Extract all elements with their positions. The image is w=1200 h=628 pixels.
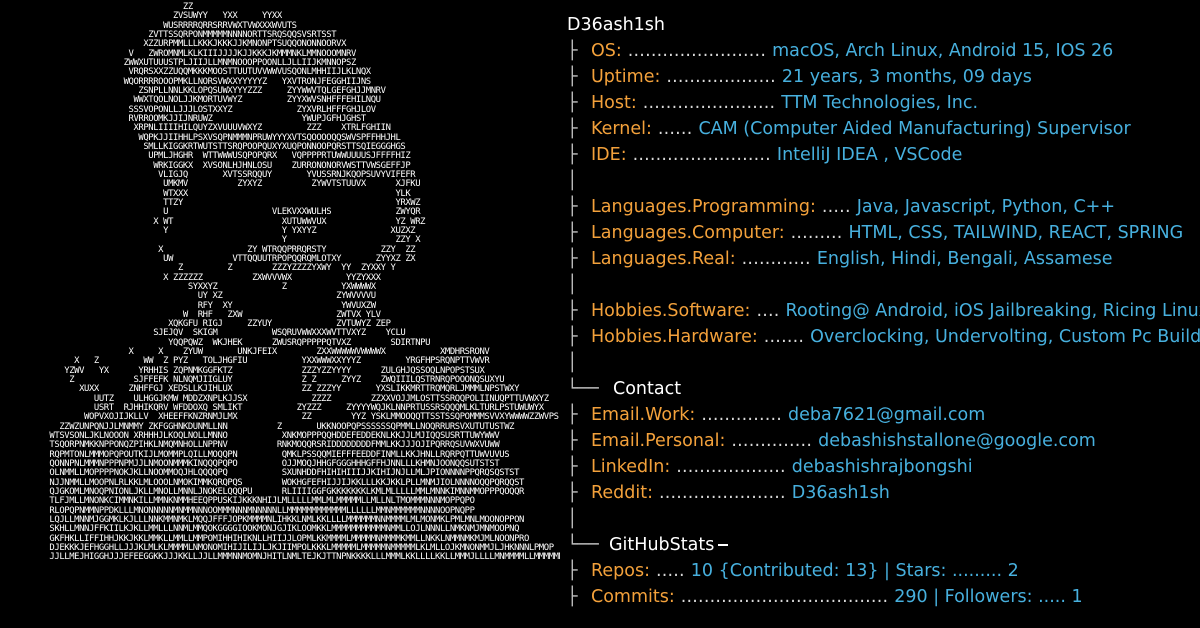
lang-real-row: ├ Languages.Real: ............ English, …	[567, 246, 1113, 272]
repos-value: 10 {Contributed: 13} | Stars: ......... …	[690, 561, 1019, 581]
commits-dots: ....................................	[680, 587, 889, 607]
linkedin-value[interactable]: debashishrajbongshi	[792, 457, 973, 477]
username-header: D36ash1sh	[567, 12, 669, 38]
lang-prog-value: Java, Javascript, Python, C++	[856, 197, 1115, 217]
lang-comp-dots: .........	[790, 223, 843, 243]
hob-hard-dots: .......	[763, 327, 805, 347]
repos-label: Repos:	[591, 561, 650, 581]
email-personal-label: Email.Personal:	[591, 431, 726, 451]
uptime-value: 21 years, 3 months, 09 days	[781, 67, 1032, 87]
ide-value: IntelliJ IDEA , VSCode	[776, 145, 963, 165]
lang-prog-row: ├ Languages.Programming: ..... Java, Jav…	[567, 194, 1115, 220]
uptime-label: Uptime:	[591, 67, 661, 87]
ide-label: IDE:	[591, 145, 627, 165]
separator-row: │	[567, 506, 591, 532]
email-work-value[interactable]: deba7621@gmail.com	[788, 405, 985, 425]
tree-branch-icon: ├	[567, 223, 578, 243]
os-row: ├ OS: ........................ macOS, Ar…	[567, 38, 1113, 64]
email-personal-value[interactable]: debashishstallone@google.com	[818, 431, 1096, 451]
lang-real-dots: ............	[741, 249, 811, 269]
lang-real-label: Languages.Real:	[591, 249, 736, 269]
kernel-value: CAM (Computer Aided Manufacturing) Super…	[698, 119, 1131, 139]
commits-value: 290 | Followers: ..... 1	[894, 587, 1083, 607]
lang-prog-label: Languages.Programming:	[591, 197, 816, 217]
tree-branch-icon: ├	[567, 93, 578, 113]
tree-branch-icon: ├	[567, 119, 578, 139]
repos-dots: .....	[655, 561, 685, 581]
separator-row: │	[567, 350, 591, 376]
hob-hard-label: Hobbies.Hardware:	[591, 327, 758, 347]
host-row: ├ Host: ....................... TTM Tech…	[567, 90, 978, 116]
email-work-label: Email.Work:	[591, 405, 696, 425]
username-title: D36ash1sh	[567, 15, 666, 35]
os-value: macOS, Arch Linux, Android 15, IOS 26	[772, 41, 1114, 61]
tree-branch-icon: ├	[567, 405, 578, 425]
uptime-dots: ...................	[666, 67, 776, 87]
kernel-label: Kernel:	[591, 119, 652, 139]
ascii-art-text: ZZ ZVSUWYY YXX YYXX WUSRRRRQRRSRRVWXTVWX…	[49, 2, 560, 563]
tree-branch-icon: ├	[567, 41, 578, 61]
github-header: └── GitHubStats	[567, 532, 729, 558]
lang-comp-value: HTML, CSS, TAILWIND, REACT, SPRING	[848, 223, 1184, 243]
reddit-value[interactable]: D36ash1sh	[792, 483, 890, 503]
ide-row: ├ IDE: ........................ IntelliJ…	[567, 142, 962, 168]
tree-branch-icon: ├	[567, 587, 578, 607]
tree-branch-icon: ├	[567, 145, 578, 165]
commits-label: Commits:	[591, 587, 675, 607]
ide-dots: ........................	[632, 145, 771, 165]
os-label: OS:	[591, 41, 622, 61]
tree-branch-icon: ├	[567, 327, 578, 347]
tree-branch-icon: ├	[567, 197, 578, 217]
tree-pipe-icon: │	[567, 275, 578, 295]
commits-row: ├ Commits: .............................…	[567, 584, 1083, 610]
reddit-row: ├ Reddit: ...................... D36ash1…	[567, 480, 890, 506]
tree-corner-icon: └──	[567, 535, 599, 555]
contact-title: Contact	[613, 379, 682, 399]
tree-branch-icon: ├	[567, 431, 578, 451]
tree-corner-icon: └──	[567, 379, 599, 399]
tree-pipe-icon: │	[567, 171, 578, 191]
github-title: GitHubStats	[609, 535, 715, 555]
linkedin-row: ├ LinkedIn: ................... debashis…	[567, 454, 973, 480]
tree-pipe-icon: │	[567, 353, 578, 373]
email-work-row: ├ Email.Work: .............. deba7621@gm…	[567, 402, 985, 428]
tree-branch-icon: ├	[567, 483, 578, 503]
tree-branch-icon: ├	[567, 249, 578, 269]
email-personal-dots: ..............	[731, 431, 813, 451]
linkedin-label: LinkedIn:	[591, 457, 671, 477]
lang-prog-dots: .....	[821, 197, 851, 217]
hob-hard-row: ├ Hobbies.Hardware: ....... Overclocking…	[567, 324, 1200, 350]
tree-branch-icon: ├	[567, 67, 578, 87]
tree-pipe-icon: │	[567, 509, 578, 529]
separator-row: │	[567, 272, 591, 298]
reddit-dots: ......................	[658, 483, 786, 503]
hob-soft-dots: ....	[756, 301, 780, 321]
lang-real-value: English, Hindi, Bengali, Assamese	[816, 249, 1113, 269]
uptime-row: ├ Uptime: ................... 21 years, …	[567, 64, 1032, 90]
divider-rule	[718, 544, 729, 546]
reddit-label: Reddit:	[591, 483, 653, 503]
host-dots: .......................	[642, 93, 776, 113]
lang-comp-row: ├ Languages.Computer: ......... HTML, CS…	[567, 220, 1183, 246]
tree-branch-icon: ├	[567, 457, 578, 477]
contact-header: └── Contact	[567, 376, 685, 402]
hob-soft-row: ├ Hobbies.Software: .... Rooting@ Androi…	[567, 298, 1200, 324]
hob-soft-label: Hobbies.Software:	[591, 301, 751, 321]
ascii-art-portrait: ZZ ZVSUWYY YXX YYXX WUSRRRRQRRSRRVWXTVWX…	[0, 0, 560, 628]
linkedin-dots: ...................	[676, 457, 786, 477]
tree-branch-icon: ├	[567, 301, 578, 321]
email-work-dots: ..............	[701, 405, 783, 425]
host-value: TTM Technologies, Inc.	[781, 93, 979, 113]
host-label: Host:	[591, 93, 637, 113]
separator-row: │	[567, 168, 591, 194]
kernel-dots: ......	[657, 119, 693, 139]
hob-hard-value: Overclocking, Undervolting, Custom Pc Bu…	[810, 327, 1200, 347]
email-personal-row: ├ Email.Personal: .............. debashi…	[567, 428, 1096, 454]
tree-branch-icon: ├	[567, 561, 578, 581]
repos-row: ├ Repos: ..... 10 {Contributed: 13} | St…	[567, 558, 1019, 584]
lang-comp-label: Languages.Computer:	[591, 223, 785, 243]
os-dots: ........................	[627, 41, 767, 61]
kernel-row: ├ Kernel: ...... CAM (Computer Aided Man…	[567, 116, 1131, 142]
hob-soft-value: Rooting@ Android, iOS Jailbreaking, Rici…	[785, 301, 1200, 321]
